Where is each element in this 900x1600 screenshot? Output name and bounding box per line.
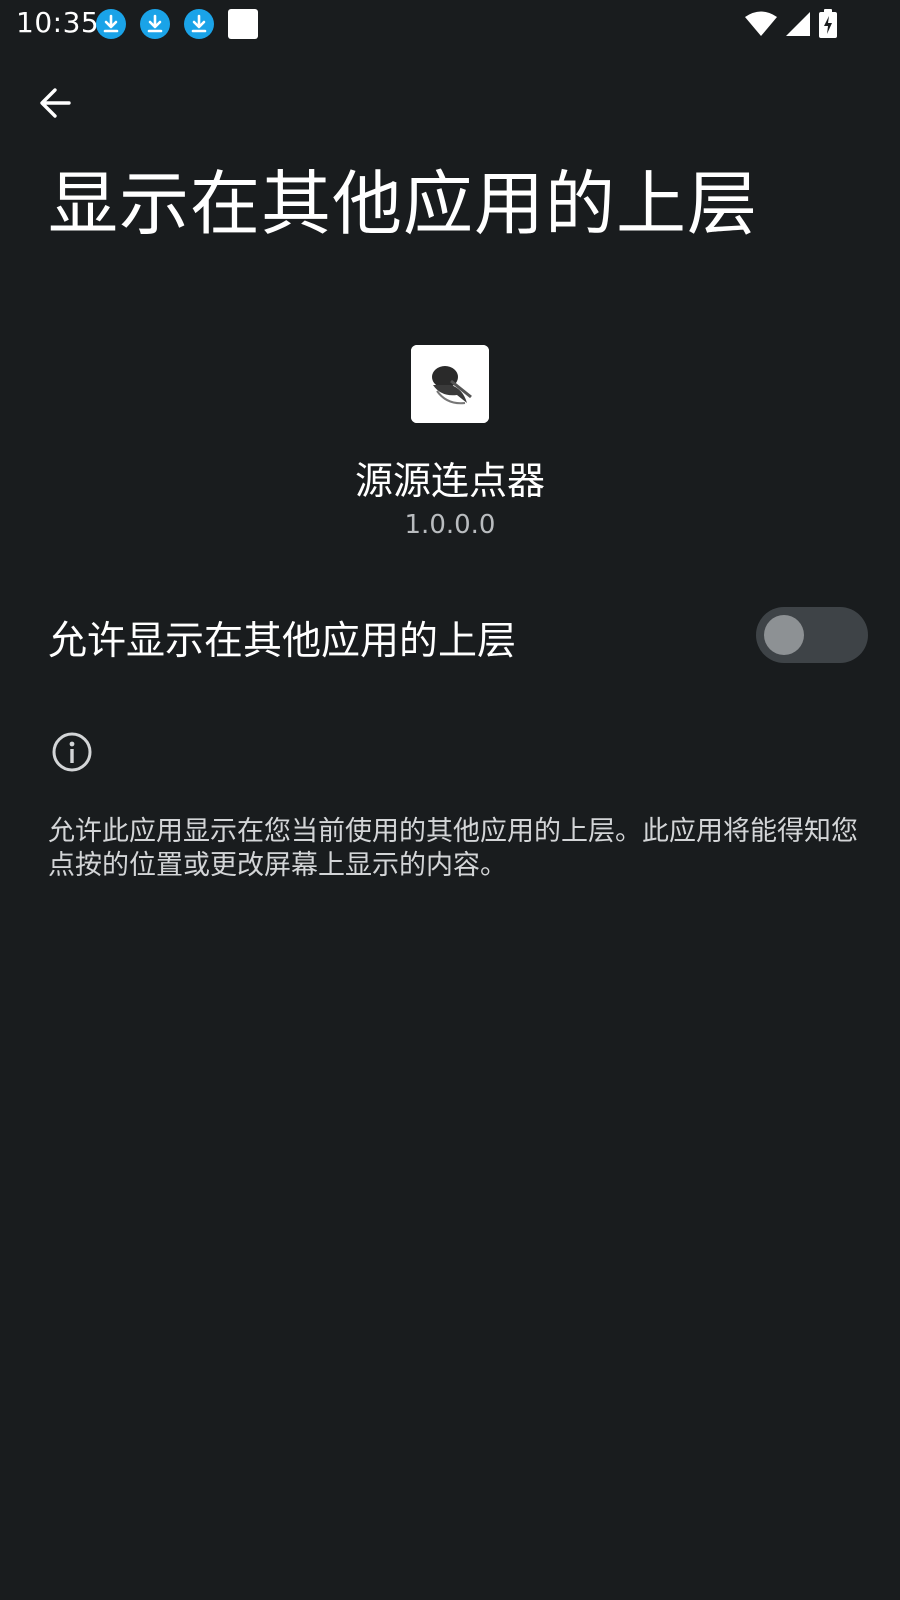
download-icon xyxy=(184,9,214,39)
download-icon xyxy=(140,9,170,39)
app-name: 源源连点器 xyxy=(354,459,545,503)
permission-label: 允许显示在其他应用的上层 xyxy=(48,619,517,664)
wifi-icon xyxy=(744,10,778,42)
arrow-back-icon xyxy=(37,85,73,125)
battery-charging-icon xyxy=(818,9,838,43)
info-icon xyxy=(50,730,94,774)
app-icon xyxy=(411,345,489,423)
status-bar: 10:35 xyxy=(0,0,900,50)
back-button[interactable] xyxy=(28,78,82,132)
signal-icon xyxy=(784,10,812,42)
switch-thumb xyxy=(764,615,804,655)
permission-toggle-row[interactable]: 允许显示在其他应用的上层 xyxy=(0,590,900,680)
permission-description: 允许此应用显示在您当前使用的其他应用的上层。此应用将能得知您点按的位置或更改屏幕… xyxy=(48,816,858,881)
notification-icons xyxy=(96,8,258,40)
app-version: 1.0.0.0 xyxy=(404,510,496,540)
permission-switch[interactable] xyxy=(756,607,868,663)
download-icon xyxy=(96,9,126,39)
status-time: 10:35 xyxy=(16,6,100,39)
square-icon xyxy=(228,9,258,39)
page-title: 显示在其他应用的上层 xyxy=(48,163,758,245)
system-icons xyxy=(738,9,838,43)
